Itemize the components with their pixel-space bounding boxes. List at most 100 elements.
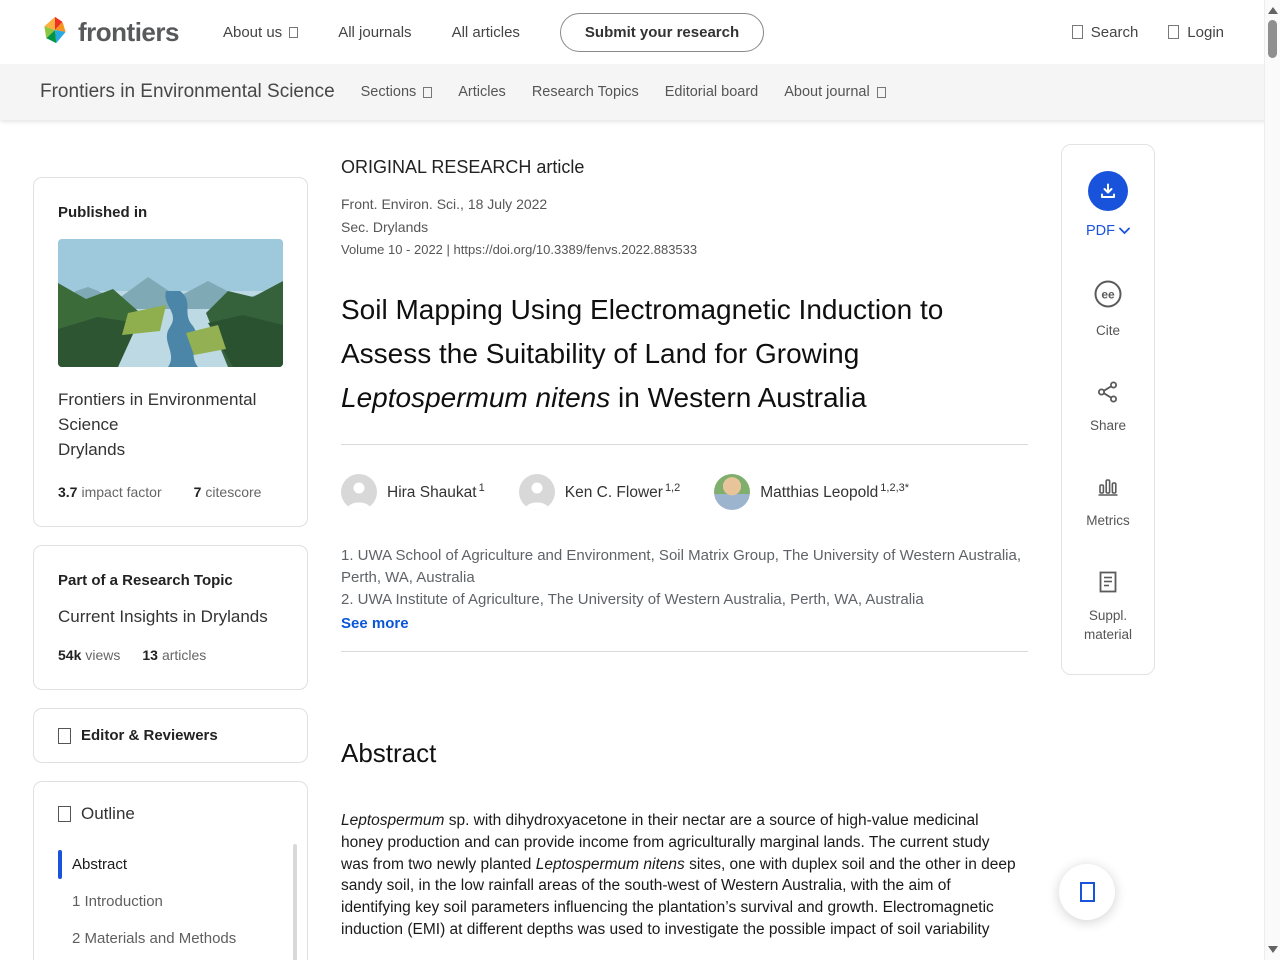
author-avatar-placeholder (341, 474, 377, 510)
citescore-label: citescore (205, 484, 262, 500)
article-title-species: Leptospermum nitens (341, 382, 611, 413)
author-name: Ken C. Flower 1,2 (565, 482, 681, 502)
journal-nav-about-journal[interactable]: About journal (784, 84, 886, 100)
journal-nav-research-topics[interactable]: Research Topics (532, 84, 639, 100)
impact-factor-value: 3.7 (58, 484, 78, 500)
feedback-fab-button[interactable] (1059, 864, 1115, 920)
action-rail-card: PDF ee Cite Share Metrics Suppl. materia… (1061, 144, 1155, 675)
research-topic-card: Part of a Research Topic Current Insight… (33, 545, 308, 690)
editor-reviewers-card[interactable]: Editor & Reviewers (33, 708, 308, 763)
doi-link[interactable]: https://doi.org/10.3389/fenvs.2022.88353… (454, 242, 698, 257)
nav-all-journals-label: All journals (338, 23, 412, 41)
volume-doi-line: Volume 10 - 2022 | https://doi.org/10.33… (341, 242, 1028, 257)
published-in-card: Published in Frontiers in Environmental … (33, 177, 308, 527)
scrollbar-thumb[interactable] (1268, 20, 1277, 58)
people-icon (58, 727, 71, 744)
see-more-link[interactable]: See more (341, 613, 1028, 635)
pdf-label-row: PDF (1086, 223, 1130, 239)
pdf-download-button[interactable]: PDF (1086, 171, 1130, 239)
cite-button[interactable]: ee Cite (1093, 279, 1123, 340)
articles-stat: 13 articles (142, 647, 206, 663)
journal-cover-image[interactable] (58, 239, 283, 367)
chat-icon (1079, 882, 1095, 902)
page-scrollbar[interactable] (1264, 0, 1280, 960)
journal-nav-articles[interactable]: Articles (458, 84, 506, 100)
suppl-line2: material (1083, 627, 1132, 642)
suppl-line1: Suppl. (1088, 608, 1128, 623)
login-label: Login (1187, 23, 1224, 41)
journal-stats: 3.7 impact factor 7 citescore (58, 484, 283, 500)
author-name: Matthias Leopold 1,2,3* (760, 482, 909, 502)
chevron-down-icon (289, 26, 299, 38)
metrics-button[interactable]: Metrics (1086, 475, 1130, 530)
svg-text:ee: ee (1101, 288, 1115, 302)
scroll-up-arrow-icon[interactable] (1268, 7, 1278, 14)
author-affil-sup: 1,2 (664, 481, 681, 494)
research-topic-link[interactable]: Current Insights in Drylands (58, 607, 283, 627)
research-topic-heading: Part of a Research Topic (58, 572, 233, 589)
affiliations: 1. UWA School of Agriculture and Environ… (341, 545, 1028, 635)
journal-title-link[interactable]: Frontiers in Environmental Science (40, 81, 335, 103)
author-name-text: Hira Shaukat (387, 484, 477, 502)
author-avatar-placeholder (518, 474, 555, 510)
author-name-text: Matthias Leopold (760, 484, 879, 502)
author-hira-shaukat[interactable]: Hira Shaukat 1 (341, 474, 485, 510)
volume-label: Volume 10 - 2022 (341, 242, 443, 257)
suppl-material-label: Suppl. material (1084, 606, 1132, 644)
chevron-down-icon (876, 86, 886, 98)
user-icon (1168, 25, 1180, 39)
submit-research-button[interactable]: Submit your research (559, 12, 765, 52)
chevron-down-icon (1119, 227, 1130, 235)
frontiers-logo-icon (40, 15, 70, 50)
outline-list: Abstract 1 Introduction 2 Materials and … (58, 846, 287, 960)
scroll-down-arrow-icon[interactable] (1268, 946, 1278, 953)
outline-card: Outline Abstract 1 Introduction 2 Materi… (33, 781, 308, 960)
author-avatar-photo (714, 474, 751, 510)
top-right-actions: Search Login (1071, 23, 1224, 41)
citescore-value: 7 (193, 484, 202, 500)
author-matthias-leopold[interactable]: Matthias Leopold 1,2,3* (714, 474, 909, 510)
abstract-species-italic: Leptospermum nitens (535, 855, 685, 873)
author-ken-flower[interactable]: Ken C. Flower 1,2 (518, 474, 681, 510)
journal-nav-research-topics-label: Research Topics (531, 84, 639, 100)
outline-scrollbar[interactable] (293, 844, 297, 960)
impact-factor-stat: 3.7 impact factor (58, 484, 162, 500)
author-name-text: Ken C. Flower (564, 484, 663, 502)
nav-all-journals[interactable]: All journals (338, 24, 411, 41)
outline-item-introduction[interactable]: 1 Introduction (58, 883, 287, 920)
page-content: Published in Frontiers in Environmental … (0, 120, 1280, 960)
share-button[interactable]: Share (1090, 380, 1126, 435)
impact-factor-label: impact factor (81, 484, 162, 500)
views-stat: 54k views (58, 647, 120, 663)
nav-about-us[interactable]: About us (223, 24, 299, 41)
outline-item-materials-methods[interactable]: 2 Materials and Methods (58, 920, 287, 957)
download-icon (1088, 171, 1128, 211)
journal-nav-sections[interactable]: Sections (361, 84, 433, 100)
outline-heading-row: Outline (58, 804, 287, 824)
journal-nav-sections-label: Sections (360, 84, 417, 100)
views-label: views (85, 647, 121, 663)
author-name: Hira Shaukat 1 (387, 482, 485, 502)
search-label: Search (1090, 23, 1139, 41)
share-icon (1098, 381, 1117, 403)
login-button[interactable]: Login (1168, 24, 1224, 41)
article-meta: Front. Environ. Sci., 18 July 2022 Sec. … (341, 193, 1028, 239)
journal-nav-about-journal-label: About journal (784, 84, 870, 100)
search-button[interactable]: Search (1071, 23, 1139, 41)
metrics-icon (1098, 479, 1118, 496)
chevron-down-icon (423, 86, 433, 98)
frontiers-logo[interactable]: frontiers (40, 15, 179, 50)
nav-all-articles[interactable]: All articles (452, 24, 520, 41)
published-in-section: Drylands (58, 440, 126, 459)
supplementary-material-button[interactable]: Suppl. material (1084, 570, 1132, 644)
published-in-journal-link[interactable]: Frontiers in Environmental Science (58, 387, 283, 437)
affiliation-2: 2. UWA Institute of Agriculture, The Uni… (341, 591, 924, 608)
author-affil-sup: 1 (478, 481, 485, 494)
articles-count-label: articles (161, 647, 207, 663)
divider (341, 444, 1028, 445)
outline-item-abstract[interactable]: Abstract (58, 846, 287, 883)
journal-nav-editorial-board[interactable]: Editorial board (665, 84, 759, 100)
journal-nav-articles-label: Articles (458, 84, 506, 100)
action-rail: PDF ee Cite Share Metrics Suppl. materia… (1061, 144, 1155, 675)
document-icon (1099, 571, 1117, 593)
